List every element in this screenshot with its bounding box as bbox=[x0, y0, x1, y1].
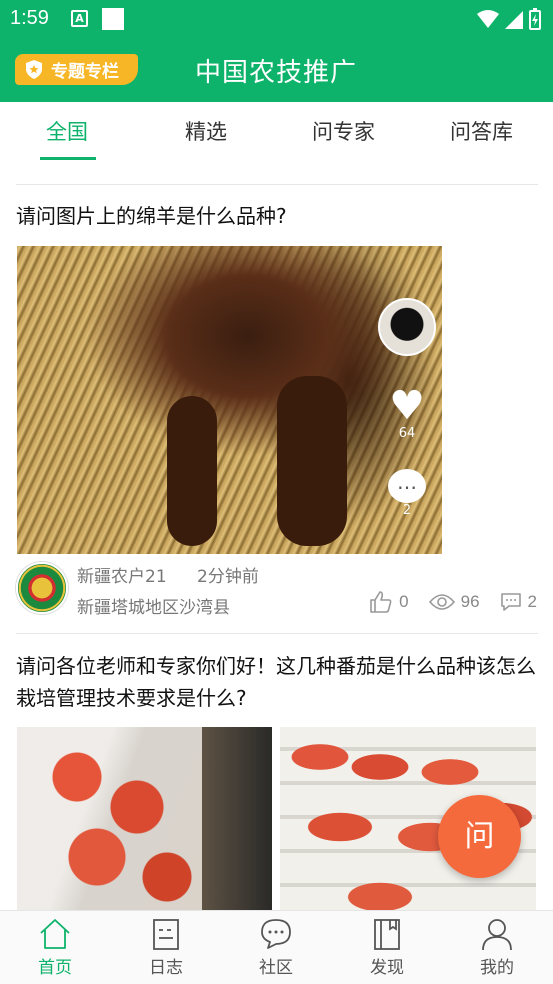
post-stats: 0 96 2 bbox=[369, 591, 537, 613]
app-bar: 专题专栏 中国农技推广 bbox=[0, 40, 553, 102]
tomato-photo[interactable] bbox=[17, 727, 272, 910]
video-like-count: 64 bbox=[398, 426, 416, 441]
video-author-avatar bbox=[378, 298, 436, 356]
home-icon bbox=[40, 919, 70, 949]
nav-discover-label: 发现 bbox=[370, 958, 404, 978]
tab-ask-expert[interactable]: 问专家 bbox=[312, 116, 375, 146]
video-overlay: ♥ 64 … 2 bbox=[378, 298, 436, 518]
avatar[interactable] bbox=[16, 562, 68, 614]
nav-me-label: 我的 bbox=[480, 958, 514, 978]
sheep-photo[interactable]: ♥ 64 … 2 bbox=[17, 246, 442, 554]
status-indicators bbox=[477, 8, 541, 30]
tab-nationwide[interactable]: 全国 bbox=[46, 116, 88, 146]
nav-community[interactable]: 社区 bbox=[241, 917, 311, 978]
nav-journal[interactable]: 日志 bbox=[131, 917, 201, 978]
journal-icon bbox=[153, 919, 179, 950]
nav-home-label: 首页 bbox=[38, 958, 72, 978]
divider bbox=[16, 184, 538, 185]
eye-icon bbox=[428, 594, 455, 610]
notification-square-icon bbox=[102, 8, 124, 30]
divider bbox=[16, 633, 538, 634]
ask-question-button[interactable]: 问 bbox=[438, 795, 521, 878]
tab-qa-library[interactable]: 问答库 bbox=[450, 116, 513, 146]
comment-count: 2 bbox=[527, 592, 537, 611]
like-count: 0 bbox=[399, 592, 409, 611]
comment-icon[interactable] bbox=[500, 592, 522, 612]
post-title[interactable]: 请问各位老师和专家你们好！这几种番茄是什么品种该怎么栽培管理技术要求是什么? bbox=[16, 650, 541, 714]
status-time: 1:59 bbox=[10, 7, 49, 29]
video-comment-count: 2 bbox=[402, 503, 412, 518]
nav-discover[interactable]: 发现 bbox=[352, 917, 422, 978]
book-icon bbox=[374, 919, 400, 950]
nav-community-label: 社区 bbox=[259, 958, 293, 978]
status-bar: 1:59 A bbox=[0, 0, 553, 40]
app-title: 中国农技推广 bbox=[195, 58, 358, 88]
post-time: 2分钟前 bbox=[197, 567, 259, 587]
heart-icon: ♥ bbox=[389, 383, 425, 429]
bottom-nav: 首页 日志 社区 发现 我的 bbox=[0, 910, 553, 984]
author-location: 新疆塔城地区沙湾县 bbox=[77, 598, 230, 618]
chat-icon bbox=[261, 919, 291, 949]
post-title[interactable]: 请问图片上的绵羊是什么品种? bbox=[16, 200, 541, 232]
special-column-label: 专题专栏 bbox=[51, 62, 119, 82]
nav-home[interactable]: 首页 bbox=[20, 917, 90, 978]
notification-a-icon: A bbox=[71, 10, 88, 27]
special-column-button[interactable]: 专题专栏 bbox=[15, 54, 138, 85]
nav-me[interactable]: 我的 bbox=[462, 917, 532, 978]
previous-post-peek bbox=[16, 160, 536, 172]
wifi-icon bbox=[477, 10, 499, 28]
shield-icon bbox=[26, 60, 42, 79]
person-icon bbox=[482, 919, 512, 951]
tab-featured[interactable]: 精选 bbox=[185, 116, 227, 146]
signal-icon bbox=[505, 11, 523, 29]
post-meta: 新疆农户21 2分钟前 新疆塔城地区沙湾县 0 96 2 bbox=[16, 558, 541, 618]
battery-icon bbox=[529, 8, 541, 30]
comment-bubble-icon: … bbox=[388, 469, 426, 503]
author-name: 新疆农户21 bbox=[77, 567, 167, 587]
nav-journal-label: 日志 bbox=[149, 958, 183, 978]
thumbs-up-icon[interactable] bbox=[369, 591, 393, 613]
category-tabs: 全国 精选 问专家 问答库 bbox=[0, 102, 553, 160]
view-count: 96 bbox=[460, 592, 480, 611]
